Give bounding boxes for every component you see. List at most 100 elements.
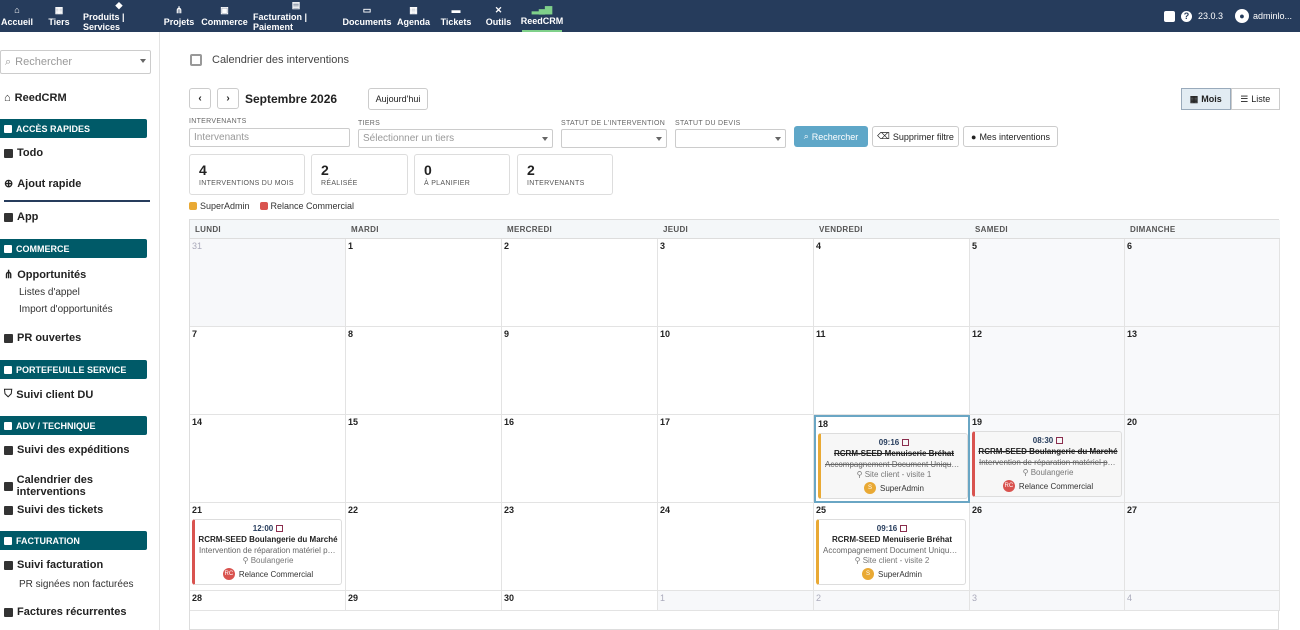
- sidebar-item-opportunites[interactable]: ⋔ Opportunités: [4, 268, 86, 282]
- sidebar-item-listes-appel[interactable]: Listes d'appel: [19, 287, 80, 298]
- euro-icon: [4, 536, 12, 545]
- nav-tiers[interactable]: ▦ Tiers: [46, 0, 72, 32]
- calendar-day[interactable]: 9: [502, 327, 658, 415]
- calendar-day[interactable]: 6: [1125, 239, 1280, 327]
- sidebar-item-expeditions[interactable]: Suivi des expéditions: [4, 444, 129, 456]
- today-button[interactable]: Aujourd'hui: [368, 88, 428, 110]
- nav-outils[interactable]: ✕ Outils: [486, 0, 512, 32]
- calendar-day[interactable]: 16: [502, 415, 658, 503]
- nav-agenda[interactable]: ▦ Agenda: [397, 0, 430, 32]
- calendar-day[interactable]: 4: [814, 239, 970, 327]
- filter-tiers-select[interactable]: Sélectionner un tiers: [358, 129, 553, 148]
- calendar-day[interactable]: 27: [1125, 503, 1280, 591]
- sidebar-item-reedcrm[interactable]: ⌂ ReedCRM: [4, 92, 67, 104]
- nav-accueil[interactable]: ⌂ Accueil: [1, 0, 33, 32]
- nav-projets[interactable]: ⋔ Projets: [164, 0, 195, 32]
- calendar-event[interactable]: 12:00 RCRM-SEED Boulangerie du Marché Inte…: [192, 519, 342, 585]
- calendar-day[interactable]: 23: [502, 503, 658, 591]
- user-menu[interactable]: ● adminlo...: [1234, 9, 1292, 23]
- calendar-day[interactable]: 13: [1125, 327, 1280, 415]
- print-icon[interactable]: [1163, 10, 1175, 22]
- sidebar-item-ajout-rapide[interactable]: ⊕ Ajout rapide: [4, 177, 81, 191]
- sidebar-item-app[interactable]: App: [4, 211, 38, 223]
- checkbox-icon: [4, 148, 13, 158]
- nav-reedcrm[interactable]: ▂▄▆ ReedCRM: [521, 0, 563, 32]
- current-month: Septembre 2026: [245, 92, 338, 106]
- prev-month-button[interactable]: ‹: [189, 88, 211, 109]
- external-link-icon[interactable]: [900, 525, 908, 533]
- filter-statut-intervention-select[interactable]: [561, 129, 667, 148]
- nav-facturation[interactable]: ▤ Facturation | Paiement: [253, 0, 339, 32]
- calendar-day[interactable]: 3: [658, 239, 814, 327]
- calendar-day[interactable]: 18 09:16 RCRM-SEED Menuiserie Bréhat Accomp…: [814, 415, 970, 503]
- calendar-day[interactable]: 7: [190, 327, 346, 415]
- section-adv: ADV / TECHNIQUE: [0, 416, 147, 435]
- calendar-day[interactable]: 28: [190, 591, 346, 611]
- calendar-day[interactable]: 4: [1125, 591, 1280, 611]
- sidebar-item-factures-rec[interactable]: Factures récurrentes: [4, 606, 126, 618]
- calendar-day[interactable]: 24: [658, 503, 814, 591]
- clear-filter-button[interactable]: ⌫ Supprimer filtre: [872, 126, 959, 147]
- calendar-day[interactable]: 26: [970, 503, 1125, 591]
- sidebar-item-suivi-client[interactable]: ⛉ Suivi client DU: [4, 388, 93, 401]
- nav-commerce[interactable]: ▣ Commerce: [201, 0, 248, 32]
- nav-produits[interactable]: ◆ Produits | Services: [83, 0, 155, 32]
- calendar-day[interactable]: 12: [970, 327, 1125, 415]
- calendar-day[interactable]: 20: [1125, 415, 1280, 503]
- shield-icon: ⛉: [4, 388, 13, 400]
- sidebar-item-todo[interactable]: Todo: [4, 147, 43, 159]
- calendar-day[interactable]: 8: [346, 327, 502, 415]
- calendar-day[interactable]: 14: [190, 415, 346, 503]
- sidebar-item-suivi-facturation[interactable]: Suivi facturation: [4, 559, 103, 571]
- calendar-day[interactable]: 29: [346, 591, 502, 611]
- calendar-event[interactable]: 08:30 RCRM-SEED Boulangerie du Marché Inte…: [972, 431, 1122, 497]
- next-month-button[interactable]: ›: [217, 88, 239, 109]
- sidebar-item-calendrier[interactable]: Calendrier des interventions: [4, 474, 159, 498]
- calendar-day[interactable]: 3: [970, 591, 1125, 611]
- user-name: adminlo...: [1252, 11, 1292, 21]
- calendar-day[interactable]: 17: [658, 415, 814, 503]
- day-number: 11: [816, 329, 826, 339]
- filter-statut-devis-select[interactable]: [675, 129, 786, 148]
- calendar-day[interactable]: 1: [346, 239, 502, 327]
- calendar-day[interactable]: 15: [346, 415, 502, 503]
- external-link-icon[interactable]: [1056, 437, 1064, 445]
- calendar-day[interactable]: 2: [814, 591, 970, 611]
- calendar-day[interactable]: 31: [190, 239, 346, 327]
- my-interventions-button[interactable]: ● Mes interventions: [963, 126, 1058, 147]
- sidebar-search[interactable]: ⌕ Rechercher: [0, 50, 151, 74]
- legend-item-relance[interactable]: Relance Commercial: [259, 201, 354, 211]
- filter-intervenants-input[interactable]: Intervenants: [189, 128, 350, 147]
- nav-documents[interactable]: ▭ Documents: [343, 0, 392, 32]
- calendar-day[interactable]: 2: [502, 239, 658, 327]
- external-link-icon[interactable]: [902, 439, 910, 447]
- calendar-day[interactable]: 22: [346, 503, 502, 591]
- chevron-down-icon: [775, 137, 781, 141]
- calendar-day[interactable]: 5: [970, 239, 1125, 327]
- stat-realisee: 2 RÉALISÉE: [311, 154, 408, 195]
- calendar-day[interactable]: 10: [658, 327, 814, 415]
- event-location: ⚲ Site client - visite 1: [856, 470, 932, 479]
- nav-tickets[interactable]: ▬ Tickets: [441, 0, 472, 32]
- search-button[interactable]: ⌕ Rechercher: [794, 126, 868, 147]
- calendar-day[interactable]: 19 08:30 RCRM-SEED Boulangerie du Marché In…: [970, 415, 1125, 503]
- calendar-day[interactable]: 25 09:16 RCRM-SEED Menuiserie Bréhat Accomp…: [814, 503, 970, 591]
- view-list-button[interactable]: ☰ Liste: [1230, 88, 1280, 110]
- sidebar-divider: [4, 200, 150, 202]
- calendar-day[interactable]: 21 12:00 RCRM-SEED Boulangerie du Marché In…: [190, 503, 346, 591]
- view-month-button[interactable]: ▦ Mois: [1181, 88, 1231, 110]
- legend-item-superadmin[interactable]: SuperAdmin: [189, 201, 250, 211]
- external-link-icon[interactable]: [276, 525, 284, 533]
- calendar-day[interactable]: 1: [658, 591, 814, 611]
- calendar-event[interactable]: 09:16 RCRM-SEED Menuiserie Bréhat Accompag…: [816, 519, 966, 585]
- sidebar-item-pr-signees[interactable]: PR signées non facturées: [19, 579, 134, 590]
- calendar-event[interactable]: 09:16 RCRM-SEED Menuiserie Bréhat Accompag…: [818, 433, 968, 499]
- sidebar-item-tickets[interactable]: Suivi des tickets: [4, 504, 103, 516]
- calendar-day[interactable]: 30: [502, 591, 658, 611]
- help-icon[interactable]: ?: [1180, 10, 1192, 22]
- calendar-day[interactable]: 11: [814, 327, 970, 415]
- event-location: ⚲ Site client - visite 2: [854, 556, 930, 565]
- sidebar-item-pr-ouvertes[interactable]: PR ouvertes: [4, 332, 81, 344]
- chevron-down-icon: [140, 59, 146, 63]
- sidebar-item-import-opp[interactable]: Import d'opportunités: [19, 304, 113, 315]
